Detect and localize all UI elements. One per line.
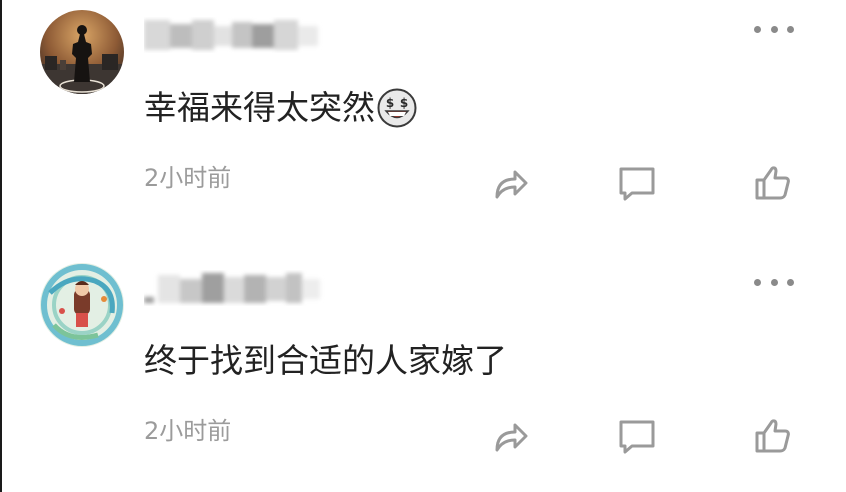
- reply-button[interactable]: [614, 160, 660, 206]
- more-dot: [770, 278, 778, 286]
- money-mouth-face-emoji-icon: $ $: [377, 88, 417, 128]
- avatar[interactable]: [40, 263, 124, 347]
- share-button[interactable]: [488, 413, 534, 459]
- timestamp: 2小时前: [144, 417, 232, 445]
- comment-list: 幸福来得太突然 $ $ 2小时前 终于找到合适的人家嫁了 2小时前: [0, 0, 846, 492]
- more-icon[interactable]: [754, 20, 794, 38]
- more-dot: [787, 25, 794, 33]
- username[interactable]: [144, 14, 334, 56]
- avatar[interactable]: [40, 10, 124, 94]
- more-dot: [754, 278, 761, 286]
- like-button[interactable]: [750, 413, 796, 459]
- more-icon[interactable]: [754, 273, 794, 291]
- comment-item: 终于找到合适的人家嫁了 2小时前: [2, 253, 846, 492]
- svg-text:$: $: [386, 96, 394, 110]
- comment-icon: [619, 167, 655, 201]
- more-dot: [770, 25, 778, 33]
- comment-icon: [619, 420, 655, 454]
- svg-text:$: $: [400, 96, 408, 110]
- reply-button[interactable]: [614, 413, 660, 459]
- share-icon: [495, 423, 528, 452]
- comment-text-content: 幸福来得太突然: [144, 88, 375, 127]
- comment-item: 幸福来得太突然 $ $ 2小时前: [2, 0, 846, 246]
- thumbs-up-icon: [755, 419, 790, 453]
- like-button[interactable]: [750, 160, 796, 206]
- comment-text-content: 终于找到合适的人家嫁了: [144, 341, 507, 380]
- comment-text: 终于找到合适的人家嫁了: [144, 339, 507, 383]
- share-icon: [495, 170, 528, 199]
- share-button[interactable]: [488, 160, 534, 206]
- comment-text: 幸福来得太突然 $ $: [144, 86, 417, 130]
- more-dot: [754, 25, 761, 33]
- timestamp: 2小时前: [144, 164, 232, 192]
- username[interactable]: [144, 267, 334, 309]
- more-dot: [787, 278, 794, 286]
- thumbs-up-icon: [755, 166, 790, 200]
